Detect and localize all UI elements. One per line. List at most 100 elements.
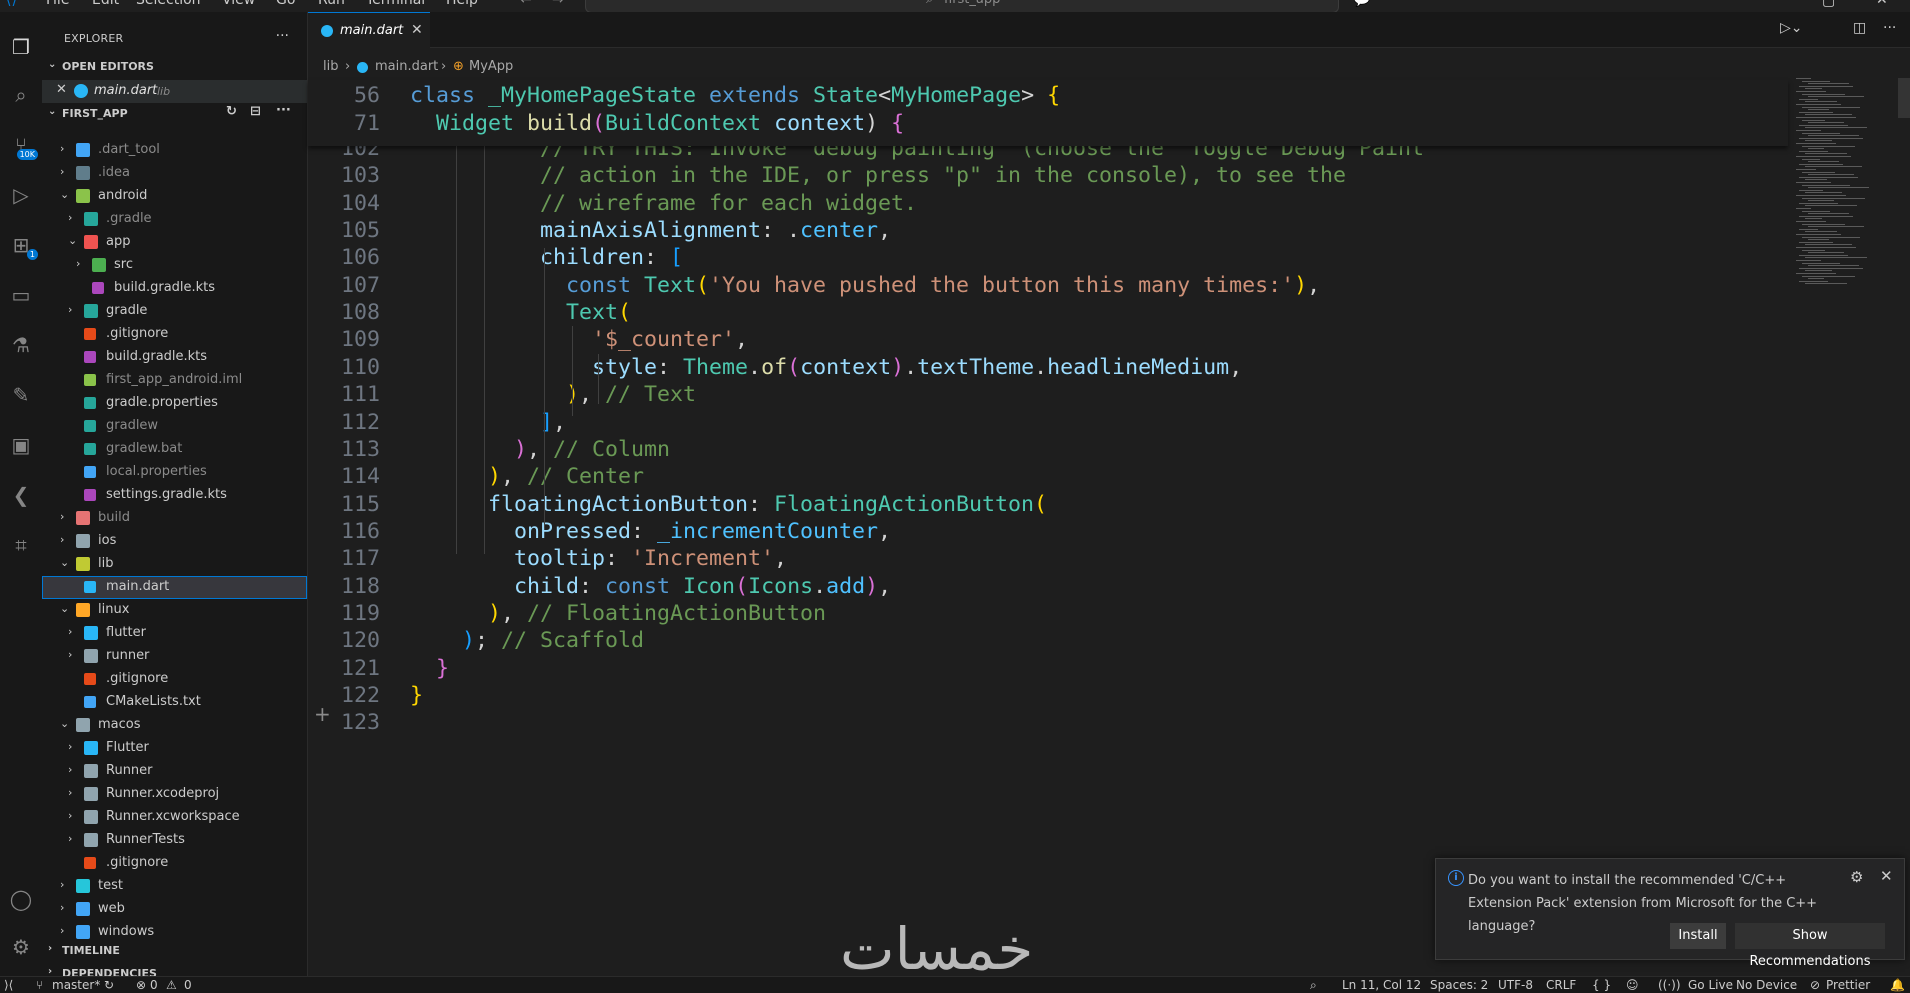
branch-name[interactable]: master*	[52, 977, 100, 993]
code-line[interactable]: children: [	[410, 245, 683, 270]
timeline-section[interactable]: › TIMELINE	[42, 940, 307, 962]
open-editor-item[interactable]: ✕ main.dart lib	[42, 80, 307, 103]
code-line[interactable]: }	[410, 656, 449, 681]
menu-run[interactable]: Run	[318, 0, 345, 8]
minimap[interactable]	[1796, 78, 1906, 338]
code-line[interactable]: ), // Center	[410, 464, 644, 489]
chat-icon[interactable]: 💬	[1353, 0, 1370, 8]
open-editors-section[interactable]: ⌄ OPEN EDITORS	[42, 56, 307, 78]
extensions-icon[interactable]: ⊞ 1	[4, 228, 38, 262]
account-icon[interactable]: ◯	[4, 882, 38, 916]
search-view-icon[interactable]: ⌕	[4, 78, 38, 112]
code-line[interactable]: onPressed: _incrementCounter,	[410, 519, 891, 544]
menu-edit[interactable]: Edit	[92, 0, 119, 8]
scan-icon[interactable]: ⌗	[4, 528, 38, 562]
file-item[interactable]: main.dart	[42, 576, 307, 599]
manage-gear-icon[interactable]: ⚙	[4, 930, 38, 964]
refresh-icon[interactable]: ↻	[226, 104, 237, 119]
split-editor-icon[interactable]: ◫	[1853, 20, 1866, 36]
indentation[interactable]: Spaces: 2	[1430, 977, 1488, 993]
breadcrumb-symbol[interactable]: MyApp	[469, 59, 513, 74]
file-item[interactable]: gradlew.bat	[42, 438, 307, 461]
menu-file[interactable]: File	[46, 0, 69, 8]
folder-item[interactable]: › flutter	[42, 622, 307, 645]
breadcrumb-file[interactable]: main.dart	[375, 59, 438, 74]
file-item[interactable]: build.gradle.kts	[42, 346, 307, 369]
code-line[interactable]: child: const Icon(Icons.add),	[410, 574, 891, 599]
folder-item[interactable]: › src	[42, 254, 307, 277]
menu-go[interactable]: Go	[276, 0, 295, 8]
menu-terminal[interactable]: Terminal	[366, 0, 425, 8]
language-mode[interactable]: { }	[1592, 977, 1611, 993]
sticky-scroll[interactable]: 56 class _MyHomePageState extends State<M…	[308, 80, 1788, 146]
close-icon[interactable]: ✕	[1880, 867, 1893, 885]
code-line[interactable]: const Text('You have pushed the button t…	[410, 273, 1320, 298]
code-line[interactable]: class _MyHomePageState extends State<MyH…	[410, 83, 1060, 108]
gear-icon[interactable]: ⚙	[1850, 868, 1863, 886]
menu-help[interactable]: Help	[446, 0, 478, 8]
file-item[interactable]: gradle.properties	[42, 392, 307, 415]
collapse-all-icon[interactable]: ⊟	[250, 104, 261, 119]
cursor-position[interactable]: Ln 11, Col 12	[1342, 977, 1421, 993]
more-actions-icon[interactable]: ···	[1883, 20, 1896, 36]
forward-arrow-icon[interactable]: →	[552, 0, 564, 8]
file-item[interactable]: .gitignore	[42, 323, 307, 346]
code-line[interactable]: ), // Column	[410, 437, 670, 462]
folder-item[interactable]: ⌄ macos	[42, 714, 307, 737]
restore-window-icon[interactable]: ▢	[1822, 0, 1835, 9]
folder-item[interactable]: › .dart_tool	[42, 139, 307, 162]
folder-item[interactable]: ⌄ lib	[42, 553, 307, 576]
folder-item[interactable]: › Runner	[42, 760, 307, 783]
file-item[interactable]: first_app_android.iml	[42, 369, 307, 392]
source-control-icon[interactable]: ⑂ 10K	[4, 128, 38, 162]
run-debug-icon[interactable]: ▷	[4, 178, 38, 212]
back-arrow-icon[interactable]: ←	[520, 0, 532, 8]
line-add-icon[interactable]: +	[314, 702, 331, 726]
code-line[interactable]: ), // Text	[410, 382, 696, 407]
line-ending[interactable]: CRLF	[1546, 977, 1576, 993]
preview-icon[interactable]: ▣	[4, 428, 38, 462]
folder-item[interactable]: ⌄ linux	[42, 599, 307, 622]
run-icon[interactable]: ▷⌄	[1780, 20, 1803, 36]
install-button[interactable]: Install	[1670, 923, 1726, 949]
close-window-icon[interactable]: ✕	[1876, 0, 1888, 8]
close-tab-icon[interactable]: ✕	[411, 22, 423, 38]
folder-item[interactable]: › runner	[42, 645, 307, 668]
folder-item[interactable]: ⌄ app	[42, 231, 307, 254]
code-line[interactable]: tooltip: 'Increment',	[410, 546, 787, 571]
close-icon[interactable]: ✕	[56, 82, 67, 97]
file-item[interactable]: local.properties	[42, 461, 307, 484]
project-section[interactable]: ⌄ FIRST_APP ↻ ⊟ ···	[42, 103, 307, 125]
file-item[interactable]: CMakeLists.txt	[42, 691, 307, 714]
notifications-bell-icon[interactable]: 🔔	[1890, 977, 1905, 993]
code-line[interactable]: floatingActionButton: FloatingActionButt…	[410, 492, 1047, 517]
folder-item[interactable]: › Flutter	[42, 737, 307, 760]
folder-item[interactable]: › web	[42, 898, 307, 921]
file-item[interactable]: settings.gradle.kts	[42, 484, 307, 507]
explorer-icon[interactable]: ❐	[4, 30, 38, 64]
folder-item[interactable]: ⌄ android	[42, 185, 307, 208]
folder-item[interactable]: › .gradle	[42, 208, 307, 231]
error-count[interactable]: 0	[150, 977, 158, 993]
folder-item[interactable]: › Runner.xcworkspace	[42, 806, 307, 829]
folder-item[interactable]: › test	[42, 875, 307, 898]
code-line[interactable]: '$_counter',	[410, 327, 748, 352]
folder-item[interactable]: › RunnerTests	[42, 829, 307, 852]
menu-view[interactable]: View	[222, 0, 255, 8]
file-item[interactable]: build.gradle.kts	[42, 277, 307, 300]
code-line[interactable]: ), // FloatingActionButton	[410, 601, 826, 626]
warning-count[interactable]: 0	[184, 977, 192, 993]
sync-icon[interactable]: ↻	[104, 977, 114, 993]
file-item[interactable]: .gitignore	[42, 852, 307, 875]
vertical-scrollbar[interactable]	[1898, 78, 1910, 118]
code-line[interactable]: Widget build(BuildContext context) {	[410, 111, 904, 136]
copilot-icon[interactable]: ☺	[1626, 977, 1639, 993]
folder-item[interactable]: › build	[42, 507, 307, 530]
code-line[interactable]: ],	[410, 410, 566, 435]
show-recommendations-button[interactable]: Show Recommendations	[1735, 923, 1885, 969]
more-icon[interactable]: ···	[276, 103, 291, 118]
pen-icon[interactable]: ✎	[4, 378, 38, 412]
testing-icon[interactable]: ⚗	[4, 328, 38, 362]
file-item[interactable]: gradlew	[42, 415, 307, 438]
device-selector[interactable]: No Device	[1736, 977, 1797, 993]
